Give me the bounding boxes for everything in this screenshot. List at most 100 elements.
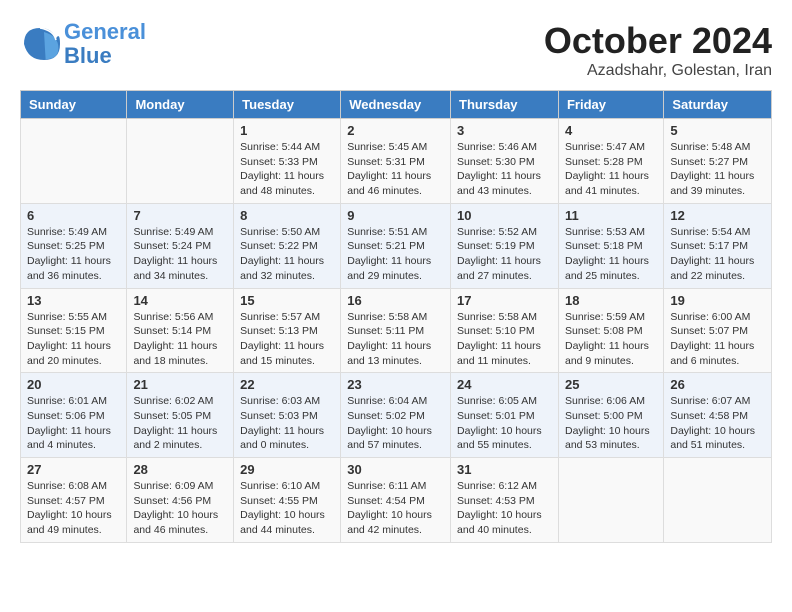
day-number: 23 xyxy=(347,377,444,392)
calendar-cell: 8 Sunrise: 5:50 AM Sunset: 5:22 PM Daylig… xyxy=(234,203,341,288)
day-info: Sunrise: 5:49 AM Sunset: 5:24 PM Dayligh… xyxy=(133,225,227,284)
day-number: 28 xyxy=(133,462,227,477)
calendar-cell: 10 Sunrise: 5:52 AM Sunset: 5:19 PM Dayli… xyxy=(451,203,559,288)
calendar-cell: 3Sunrise: 5:46 AM Sunset: 5:30 PM Daylig… xyxy=(451,119,559,204)
calendar-table: SundayMondayTuesdayWednesdayThursdayFrid… xyxy=(20,90,772,543)
day-info: Sunrise: 5:44 AM Sunset: 5:33 PM Dayligh… xyxy=(240,140,334,199)
calendar-cell: 2 Sunrise: 5:45 AM Sunset: 5:31 PM Daylig… xyxy=(341,119,451,204)
day-info: Sunrise: 6:08 AM Sunset: 4:57 PM Dayligh… xyxy=(27,479,120,538)
day-info: Sunrise: 6:06 AM Sunset: 5:00 PM Dayligh… xyxy=(565,394,657,453)
calendar-cell: 21Sunrise: 6:02 AM Sunset: 5:05 PM Dayli… xyxy=(127,373,234,458)
day-info: Sunrise: 5:58 AM Sunset: 5:10 PM Dayligh… xyxy=(457,310,552,369)
month-title: October 2024 xyxy=(544,20,772,62)
day-info: Sunrise: 5:49 AM Sunset: 5:25 PM Dayligh… xyxy=(27,225,120,284)
calendar-cell xyxy=(21,119,127,204)
day-info: Sunrise: 5:56 AM Sunset: 5:14 PM Dayligh… xyxy=(133,310,227,369)
day-info: Sunrise: 5:45 AM Sunset: 5:31 PM Dayligh… xyxy=(347,140,444,199)
day-number: 1 xyxy=(240,123,334,138)
location: Azadshahr, Golestan, Iran xyxy=(544,62,772,80)
day-number: 14 xyxy=(133,293,227,308)
day-number: 16 xyxy=(347,293,444,308)
day-number: 31 xyxy=(457,462,552,477)
day-info: Sunrise: 6:01 AM Sunset: 5:06 PM Dayligh… xyxy=(27,394,120,453)
day-info: Sunrise: 5:48 AM Sunset: 5:27 PM Dayligh… xyxy=(670,140,765,199)
weekday-header: Sunday xyxy=(21,91,127,119)
page-header: General Blue October 2024 Azadshahr, Gol… xyxy=(20,20,772,80)
day-info: Sunrise: 5:59 AM Sunset: 5:08 PM Dayligh… xyxy=(565,310,657,369)
day-info: Sunrise: 5:55 AM Sunset: 5:15 PM Dayligh… xyxy=(27,310,120,369)
weekday-header: Tuesday xyxy=(234,91,341,119)
day-info: Sunrise: 6:11 AM Sunset: 4:54 PM Dayligh… xyxy=(347,479,444,538)
day-info: Sunrise: 6:05 AM Sunset: 5:01 PM Dayligh… xyxy=(457,394,552,453)
day-number: 3 xyxy=(457,123,552,138)
day-info: Sunrise: 6:09 AM Sunset: 4:56 PM Dayligh… xyxy=(133,479,227,538)
calendar-cell: 12Sunrise: 5:54 AM Sunset: 5:17 PM Dayli… xyxy=(664,203,772,288)
day-number: 26 xyxy=(670,377,765,392)
day-info: Sunrise: 6:04 AM Sunset: 5:02 PM Dayligh… xyxy=(347,394,444,453)
day-info: Sunrise: 5:58 AM Sunset: 5:11 PM Dayligh… xyxy=(347,310,444,369)
calendar-cell: 31 Sunrise: 6:12 AM Sunset: 4:53 PM Dayli… xyxy=(451,458,559,543)
day-info: Sunrise: 6:12 AM Sunset: 4:53 PM Dayligh… xyxy=(457,479,552,538)
calendar-week-row: 6Sunrise: 5:49 AM Sunset: 5:25 PM Daylig… xyxy=(21,203,772,288)
calendar-cell: 22Sunrise: 6:03 AM Sunset: 5:03 PM Dayli… xyxy=(234,373,341,458)
calendar-cell: 5 Sunrise: 5:48 AM Sunset: 5:27 PM Daylig… xyxy=(664,119,772,204)
day-number: 7 xyxy=(133,208,227,223)
day-info: Sunrise: 6:02 AM Sunset: 5:05 PM Dayligh… xyxy=(133,394,227,453)
weekday-header: Saturday xyxy=(664,91,772,119)
calendar-cell: 26 Sunrise: 6:07 AM Sunset: 4:58 PM Dayli… xyxy=(664,373,772,458)
day-info: Sunrise: 6:10 AM Sunset: 4:55 PM Dayligh… xyxy=(240,479,334,538)
calendar-week-row: 27 Sunrise: 6:08 AM Sunset: 4:57 PM Dayli… xyxy=(21,458,772,543)
weekday-header-row: SundayMondayTuesdayWednesdayThursdayFrid… xyxy=(21,91,772,119)
day-info: Sunrise: 6:07 AM Sunset: 4:58 PM Dayligh… xyxy=(670,394,765,453)
day-number: 24 xyxy=(457,377,552,392)
calendar-week-row: 1 Sunrise: 5:44 AM Sunset: 5:33 PM Daylig… xyxy=(21,119,772,204)
calendar-cell: 23 Sunrise: 6:04 AM Sunset: 5:02 PM Dayli… xyxy=(341,373,451,458)
day-info: Sunrise: 5:52 AM Sunset: 5:19 PM Dayligh… xyxy=(457,225,552,284)
calendar-week-row: 13 Sunrise: 5:55 AM Sunset: 5:15 PM Dayli… xyxy=(21,288,772,373)
weekday-header: Monday xyxy=(127,91,234,119)
day-number: 18 xyxy=(565,293,657,308)
weekday-header: Friday xyxy=(558,91,663,119)
day-number: 27 xyxy=(27,462,120,477)
logo-text: General Blue xyxy=(64,20,146,68)
calendar-cell: 17Sunrise: 5:58 AM Sunset: 5:10 PM Dayli… xyxy=(451,288,559,373)
logo-line1: General xyxy=(64,19,146,44)
calendar-cell: 27 Sunrise: 6:08 AM Sunset: 4:57 PM Dayli… xyxy=(21,458,127,543)
calendar-cell: 7 Sunrise: 5:49 AM Sunset: 5:24 PM Daylig… xyxy=(127,203,234,288)
day-number: 5 xyxy=(670,123,765,138)
day-info: Sunrise: 5:50 AM Sunset: 5:22 PM Dayligh… xyxy=(240,225,334,284)
day-number: 29 xyxy=(240,462,334,477)
calendar-cell: 9Sunrise: 5:51 AM Sunset: 5:21 PM Daylig… xyxy=(341,203,451,288)
calendar-cell xyxy=(558,458,663,543)
day-number: 13 xyxy=(27,293,120,308)
day-number: 25 xyxy=(565,377,657,392)
day-info: Sunrise: 5:53 AM Sunset: 5:18 PM Dayligh… xyxy=(565,225,657,284)
day-number: 9 xyxy=(347,208,444,223)
day-info: Sunrise: 6:00 AM Sunset: 5:07 PM Dayligh… xyxy=(670,310,765,369)
logo: General Blue xyxy=(20,20,146,68)
calendar-cell: 18 Sunrise: 5:59 AM Sunset: 5:08 PM Dayli… xyxy=(558,288,663,373)
day-info: Sunrise: 5:54 AM Sunset: 5:17 PM Dayligh… xyxy=(670,225,765,284)
calendar-cell: 29 Sunrise: 6:10 AM Sunset: 4:55 PM Dayli… xyxy=(234,458,341,543)
day-number: 4 xyxy=(565,123,657,138)
calendar-cell: 25 Sunrise: 6:06 AM Sunset: 5:00 PM Dayli… xyxy=(558,373,663,458)
calendar-cell: 11 Sunrise: 5:53 AM Sunset: 5:18 PM Dayli… xyxy=(558,203,663,288)
calendar-cell: 4 Sunrise: 5:47 AM Sunset: 5:28 PM Daylig… xyxy=(558,119,663,204)
calendar-cell: 1 Sunrise: 5:44 AM Sunset: 5:33 PM Daylig… xyxy=(234,119,341,204)
day-info: Sunrise: 5:57 AM Sunset: 5:13 PM Dayligh… xyxy=(240,310,334,369)
day-number: 15 xyxy=(240,293,334,308)
day-number: 11 xyxy=(565,208,657,223)
day-number: 2 xyxy=(347,123,444,138)
day-info: Sunrise: 6:03 AM Sunset: 5:03 PM Dayligh… xyxy=(240,394,334,453)
calendar-cell: 16 Sunrise: 5:58 AM Sunset: 5:11 PM Dayli… xyxy=(341,288,451,373)
logo-icon xyxy=(20,24,60,64)
calendar-cell: 30 Sunrise: 6:11 AM Sunset: 4:54 PM Dayli… xyxy=(341,458,451,543)
title-block: October 2024 Azadshahr, Golestan, Iran xyxy=(544,20,772,80)
weekday-header: Wednesday xyxy=(341,91,451,119)
day-number: 8 xyxy=(240,208,334,223)
calendar-cell: 14 Sunrise: 5:56 AM Sunset: 5:14 PM Dayli… xyxy=(127,288,234,373)
day-number: 10 xyxy=(457,208,552,223)
day-number: 30 xyxy=(347,462,444,477)
calendar-cell: 13 Sunrise: 5:55 AM Sunset: 5:15 PM Dayli… xyxy=(21,288,127,373)
day-info: Sunrise: 5:47 AM Sunset: 5:28 PM Dayligh… xyxy=(565,140,657,199)
